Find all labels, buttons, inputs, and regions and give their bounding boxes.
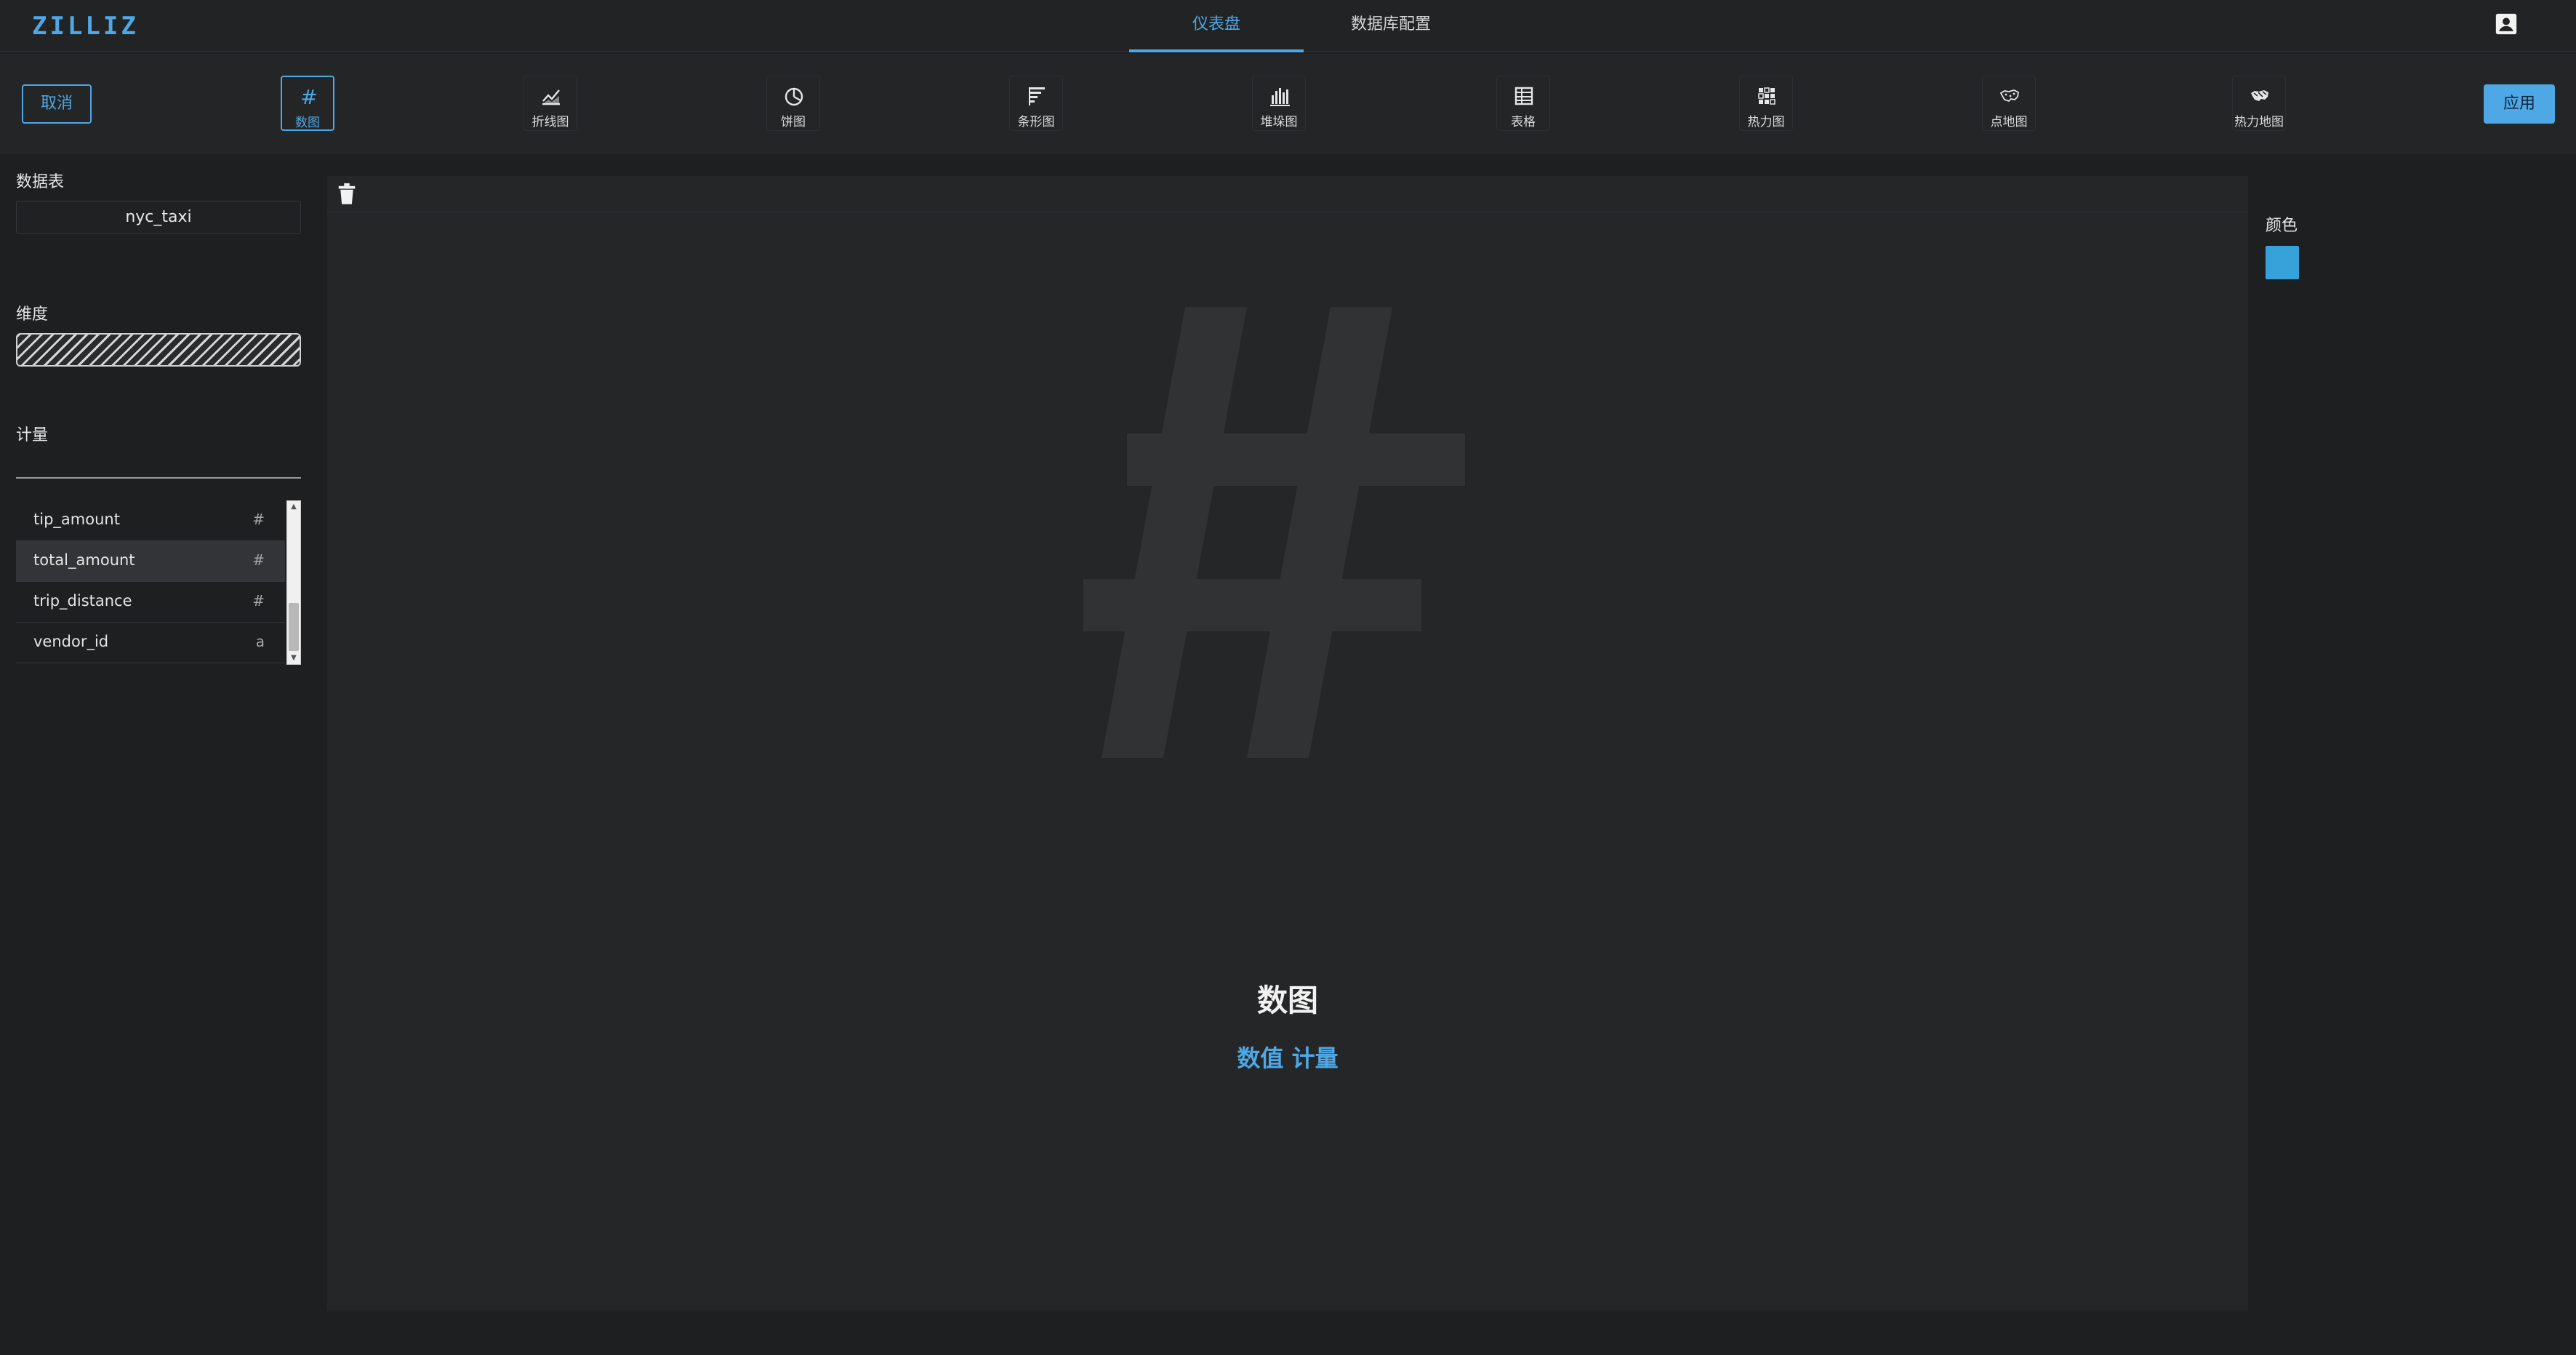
field-name: trip_distance <box>33 592 132 609</box>
heatmap-icon <box>1758 87 1775 105</box>
color-label: 颜色 <box>2266 217 2298 235</box>
chart-type-label: 堆垛图 <box>1260 115 1298 129</box>
field-list: tip_amount # total_amount # trip_distanc… <box>16 500 301 666</box>
tab-dashboard[interactable]: 仪表盘 <box>1129 0 1304 52</box>
chart-type-line[interactable]: 折线图 <box>523 76 577 131</box>
apply-button[interactable]: 应用 <box>2484 84 2555 124</box>
chart-type-label: 饼图 <box>781 115 806 129</box>
dimension-label: 维度 <box>16 305 49 324</box>
list-item[interactable]: tip_amount # <box>16 500 285 541</box>
top-navigation-bar: ZILLIZ 仪表盘 数据库配置 <box>0 0 2576 52</box>
chart-type-label: 热力地图 <box>2234 115 2284 129</box>
table-icon <box>1514 87 1533 105</box>
scroll-up-arrow-icon[interactable]: ▲ <box>287 501 300 513</box>
chart-canvas: 数图 数值 计量 <box>327 176 2248 1311</box>
hash-icon: # <box>300 86 317 108</box>
svg-text:#: # <box>300 86 317 108</box>
source-select[interactable]: nyc_taxi <box>16 201 301 234</box>
field-name: total_amount <box>33 551 135 569</box>
chart-type-table[interactable]: 表格 <box>1496 76 1550 131</box>
measure-label: 计量 <box>16 426 49 444</box>
color-swatch[interactable] <box>2266 246 2299 279</box>
chart-type-label: 点地图 <box>1990 115 2028 129</box>
account-box-icon[interactable] <box>2494 12 2519 36</box>
canvas-header <box>327 176 2248 212</box>
chart-type-label: 表格 <box>1511 115 1536 129</box>
list-item[interactable]: vendor_id a <box>16 623 285 663</box>
measure-input[interactable] <box>16 449 301 479</box>
chart-subtitle: 数值 计量 <box>1237 1044 1339 1072</box>
hash-icon <box>1083 307 1465 758</box>
field-list-scrollbar[interactable]: ▲ ▼ <box>286 500 301 665</box>
cancel-button[interactable]: 取消 <box>22 84 92 124</box>
chart-type-label: 数图 <box>295 116 320 130</box>
zilliz-logo[interactable]: ZILLIZ <box>32 10 139 42</box>
chart-type-label: 折线图 <box>531 115 569 129</box>
chart-type-heatmap[interactable]: 热力图 <box>1739 76 1793 131</box>
chart-type-bar[interactable]: 条形图 <box>1009 76 1063 131</box>
chart-type-heat-map[interactable]: 热力地图 <box>2232 76 2286 131</box>
field-name: tip_amount <box>33 511 120 528</box>
point-map-icon <box>1999 89 2019 103</box>
dimension-drop-zone[interactable] <box>16 333 301 367</box>
list-item[interactable]: trip_distance # <box>16 582 285 623</box>
chart-type-stacked[interactable]: 堆垛图 <box>1252 76 1306 131</box>
chart-type-number[interactable]: # 数图 <box>281 76 334 131</box>
field-type-badge: # <box>252 511 265 528</box>
field-type-badge: a <box>255 633 265 650</box>
source-label: 数据表 <box>16 173 65 191</box>
field-type-badge: # <box>252 551 265 569</box>
pie-chart-icon <box>785 87 803 106</box>
bar-chart-icon <box>1029 87 1045 105</box>
trash-icon[interactable] <box>336 182 358 207</box>
chart-type-label: 热力图 <box>1747 115 1785 129</box>
scroll-down-arrow-icon[interactable]: ▼ <box>287 652 300 664</box>
field-type-badge: # <box>252 592 265 609</box>
field-name: vendor_id <box>33 633 109 650</box>
tab-database-config[interactable]: 数据库配置 <box>1304 0 1478 52</box>
config-left-panel: 数据表 nyc_taxi 维度 计量 tip_amount # total_am… <box>0 154 320 1355</box>
scrollbar-thumb[interactable] <box>289 603 299 651</box>
config-right-panel: 颜色 <box>2254 154 2576 1355</box>
chart-type-label: 条形图 <box>1017 115 1055 129</box>
chart-type-pie[interactable]: 饼图 <box>766 76 820 131</box>
chart-title: 数图 <box>1256 983 1318 1018</box>
stacked-chart-icon <box>1270 88 1290 106</box>
list-item[interactable]: total_amount # <box>16 541 285 582</box>
chart-toolbar: 取消 # 数图 折线图 饼图 条形图 堆垛图 表格 热力图 点地图 热力地图 应… <box>0 54 2576 154</box>
heat-map-icon <box>2251 90 2268 101</box>
line-chart-icon <box>542 89 560 105</box>
chart-type-point-map[interactable]: 点地图 <box>1982 76 2036 131</box>
